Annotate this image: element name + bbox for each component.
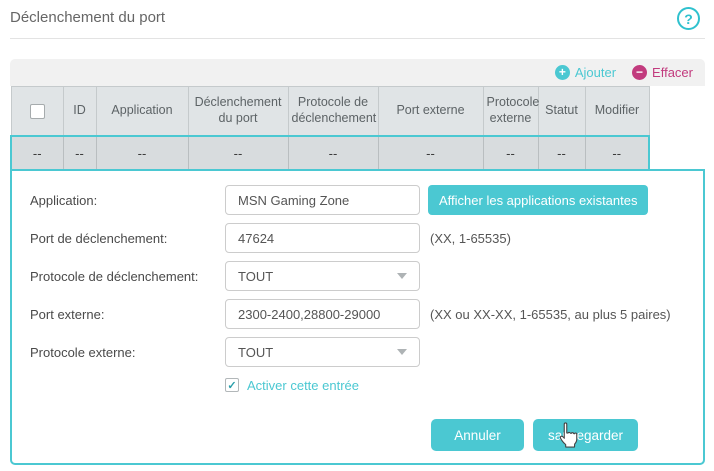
help-icon[interactable]: ?	[677, 7, 700, 30]
table-header-row: ID Application Déclenchement du port Pro…	[11, 87, 649, 137]
column-header-modify: Modifier	[585, 87, 649, 137]
trigger-port-row: Port de déclenchement: (XX, 1-65535)	[30, 223, 703, 253]
application-input[interactable]	[225, 185, 420, 215]
column-header-trigger-protocol: Protocole de déclenchement	[288, 87, 378, 137]
column-header-application: Application	[96, 87, 188, 137]
add-button[interactable]: + Ajouter	[555, 65, 616, 80]
trigger-protocol-value: TOUT	[238, 269, 273, 284]
header-checkbox-cell	[11, 87, 63, 137]
select-all-checkbox[interactable]	[30, 104, 45, 119]
row-cell-id: --	[63, 136, 96, 169]
external-port-row: Port externe: (XX ou XX-XX, 1-65535, au …	[30, 299, 703, 329]
column-header-external-protocol: Protocole externe	[483, 87, 538, 137]
row-cell-trigger-protocol: --	[288, 136, 378, 169]
trigger-port-label: Port de déclenchement:	[30, 231, 225, 246]
port-triggering-table: ID Application Déclenchement du port Pro…	[10, 86, 650, 169]
trigger-protocol-select[interactable]: TOUT	[225, 261, 420, 291]
delete-button[interactable]: − Effacer	[632, 65, 693, 80]
enable-entry-label: Activer cette entrée	[247, 378, 359, 393]
row-cell-modify: --	[585, 136, 649, 169]
external-protocol-row: Protocole externe: TOUT	[30, 337, 703, 367]
external-protocol-label: Protocole externe:	[30, 345, 225, 360]
row-cell-application: --	[96, 136, 188, 169]
row-cell-external-protocol: --	[483, 136, 538, 169]
row-cell-checkbox: --	[11, 136, 63, 169]
column-header-trigger-port: Déclenchement du port	[188, 87, 288, 137]
entry-editor-panel: Application: Afficher les applications e…	[10, 169, 705, 465]
external-protocol-select[interactable]: TOUT	[225, 337, 420, 367]
cancel-button[interactable]: Annuler	[431, 419, 524, 451]
trigger-protocol-row: Protocole de déclenchement: TOUT	[30, 261, 703, 291]
show-existing-apps-button[interactable]: Afficher les applications existantes	[428, 185, 648, 215]
external-port-hint: (XX ou XX-XX, 1-65535, au plus 5 paires)	[430, 307, 671, 322]
add-button-label: Ajouter	[575, 65, 616, 80]
delete-button-label: Effacer	[652, 65, 693, 80]
trigger-port-input[interactable]	[225, 223, 420, 253]
row-cell-trigger-port: --	[188, 136, 288, 169]
chevron-down-icon	[397, 273, 407, 279]
application-row: Application: Afficher les applications e…	[30, 185, 703, 215]
plus-circle-icon: +	[555, 65, 570, 80]
column-header-status: Statut	[538, 87, 585, 137]
minus-circle-icon: −	[632, 65, 647, 80]
chevron-down-icon	[397, 349, 407, 355]
external-protocol-value: TOUT	[238, 345, 273, 360]
column-header-external-port: Port externe	[378, 87, 483, 137]
column-header-id: ID	[63, 87, 96, 137]
table-row[interactable]: -- -- -- -- -- -- -- -- --	[11, 136, 649, 169]
title-divider	[10, 38, 705, 39]
enable-entry-row: Activer cette entrée	[225, 375, 703, 395]
external-port-input[interactable]	[225, 299, 420, 329]
trigger-protocol-label: Protocole de déclenchement:	[30, 269, 225, 284]
action-buttons-row: Annuler sauvegarder	[431, 419, 703, 451]
page-header: Déclenchement du port ?	[0, 0, 714, 30]
enable-entry-checkbox[interactable]	[225, 378, 239, 392]
page-title: Déclenchement du port	[10, 9, 165, 26]
row-cell-external-port: --	[378, 136, 483, 169]
application-label: Application:	[30, 193, 225, 208]
trigger-port-hint: (XX, 1-65535)	[430, 231, 511, 246]
table-toolbar: + Ajouter − Effacer	[10, 59, 705, 86]
save-button[interactable]: sauvegarder	[533, 419, 638, 451]
external-port-label: Port externe:	[30, 307, 225, 322]
row-cell-status: --	[538, 136, 585, 169]
